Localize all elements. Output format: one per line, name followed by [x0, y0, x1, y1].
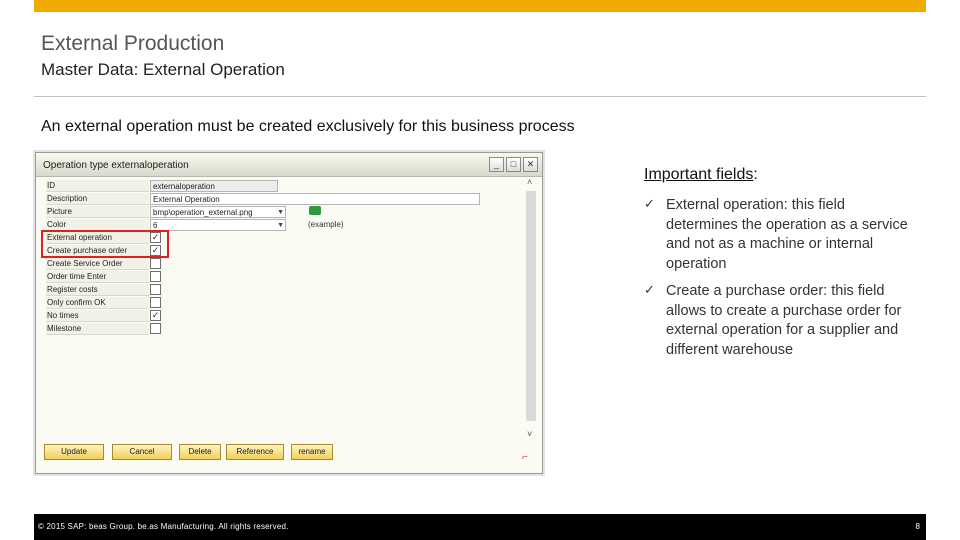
cancel-button[interactable]: Cancel [112, 444, 172, 460]
create-service-order-label: Create Service Order [46, 258, 149, 270]
no-times-checkbox[interactable]: ✓ [150, 310, 161, 321]
delete-button[interactable]: Delete [179, 444, 221, 460]
accent-bar [34, 0, 926, 12]
form-row-create-service-order: Create Service Order [42, 258, 522, 271]
picture-value: bmp\operation_external.png [153, 208, 253, 217]
description-field[interactable]: External Operation [150, 193, 480, 205]
color-value: 6 [153, 221, 158, 230]
form-row-id: ID externaloperation [42, 180, 522, 193]
operation-type-window: Operation type externaloperation _ □ ✕ I… [35, 152, 543, 474]
description-label: Description [46, 193, 149, 205]
check-icon: ✓ [644, 282, 655, 297]
chevron-down-icon[interactable]: ▼ [277, 220, 284, 231]
divider [34, 96, 926, 97]
milestone-checkbox[interactable] [150, 323, 161, 334]
register-costs-checkbox[interactable] [150, 284, 161, 295]
only-confirm-ok-label: Only confirm OK [46, 297, 149, 309]
form-row-picture: Picture bmp\operation_external.png ▼ [42, 206, 522, 219]
important-fields-heading: Important fields: [644, 166, 758, 184]
maximize-icon[interactable]: □ [506, 157, 521, 172]
form-row-register-costs: Register costs [42, 284, 522, 297]
only-confirm-ok-checkbox[interactable] [150, 297, 161, 308]
form-row-no-times: No times ✓ [42, 310, 522, 323]
example-label: (example) [308, 220, 344, 229]
update-button[interactable]: Update [44, 444, 104, 460]
register-costs-label: Register costs [46, 284, 149, 296]
bullet-text: External operation: this field determine… [666, 197, 908, 272]
bullet-text: Create a purchase order: this field allo… [666, 283, 902, 358]
intro-text: An external operation must be created ex… [41, 118, 575, 135]
scrollbar-thumb[interactable] [526, 191, 536, 421]
window-titlebar[interactable]: Operation type externaloperation _ □ ✕ [36, 153, 542, 177]
rename-button[interactable]: rename [291, 444, 333, 460]
order-time-enter-checkbox[interactable] [150, 271, 161, 282]
important-fields-colon: : [753, 166, 758, 183]
check-icon: ✓ [644, 196, 655, 211]
copyright-text: © 2015 SAP: beas Group. be.as Manufactur… [38, 522, 289, 531]
window-title: Operation type externaloperation [43, 160, 189, 171]
footer: © 2015 SAP: beas Group. be.as Manufactur… [34, 514, 926, 540]
chevron-down-icon[interactable]: ˅ [527, 429, 532, 439]
resize-grip-icon[interactable]: ⌐ [522, 452, 528, 463]
chevron-up-icon[interactable]: ˄ [527, 177, 532, 187]
chevron-down-icon[interactable]: ▼ [277, 207, 284, 218]
milestone-label: Milestone [46, 323, 149, 335]
important-fields-title: Important fields [644, 166, 754, 183]
create-service-order-checkbox[interactable] [150, 258, 161, 269]
page-number: 8 [915, 522, 920, 531]
minimize-icon[interactable]: _ [489, 157, 504, 172]
vertical-scrollbar[interactable]: ˄ ˅ [524, 177, 538, 445]
form-row-milestone: Milestone [42, 323, 522, 336]
window-form: ID externaloperation Description Externa… [42, 180, 536, 440]
form-row-description: Description External Operation [42, 193, 522, 206]
order-time-enter-label: Order time Enter [46, 271, 149, 283]
slide-subtitle: Master Data: External Operation [41, 60, 285, 79]
form-row-only-confirm-ok: Only confirm OK [42, 297, 522, 310]
picture-label: Picture [46, 206, 149, 218]
close-icon[interactable]: ✕ [523, 157, 538, 172]
form-row-order-time-enter: Order time Enter [42, 271, 522, 284]
slide-title: External Production [41, 32, 225, 55]
color-dropdown[interactable]: 6 ▼ [150, 219, 286, 231]
picture-dropdown[interactable]: bmp\operation_external.png ▼ [150, 206, 286, 218]
id-label: ID [46, 180, 149, 192]
reference-button[interactable]: Reference [226, 444, 284, 460]
highlight-box [41, 230, 169, 258]
operation-picture-icon [309, 206, 321, 215]
no-times-label: No times [46, 310, 149, 322]
id-field[interactable]: externaloperation [150, 180, 278, 192]
